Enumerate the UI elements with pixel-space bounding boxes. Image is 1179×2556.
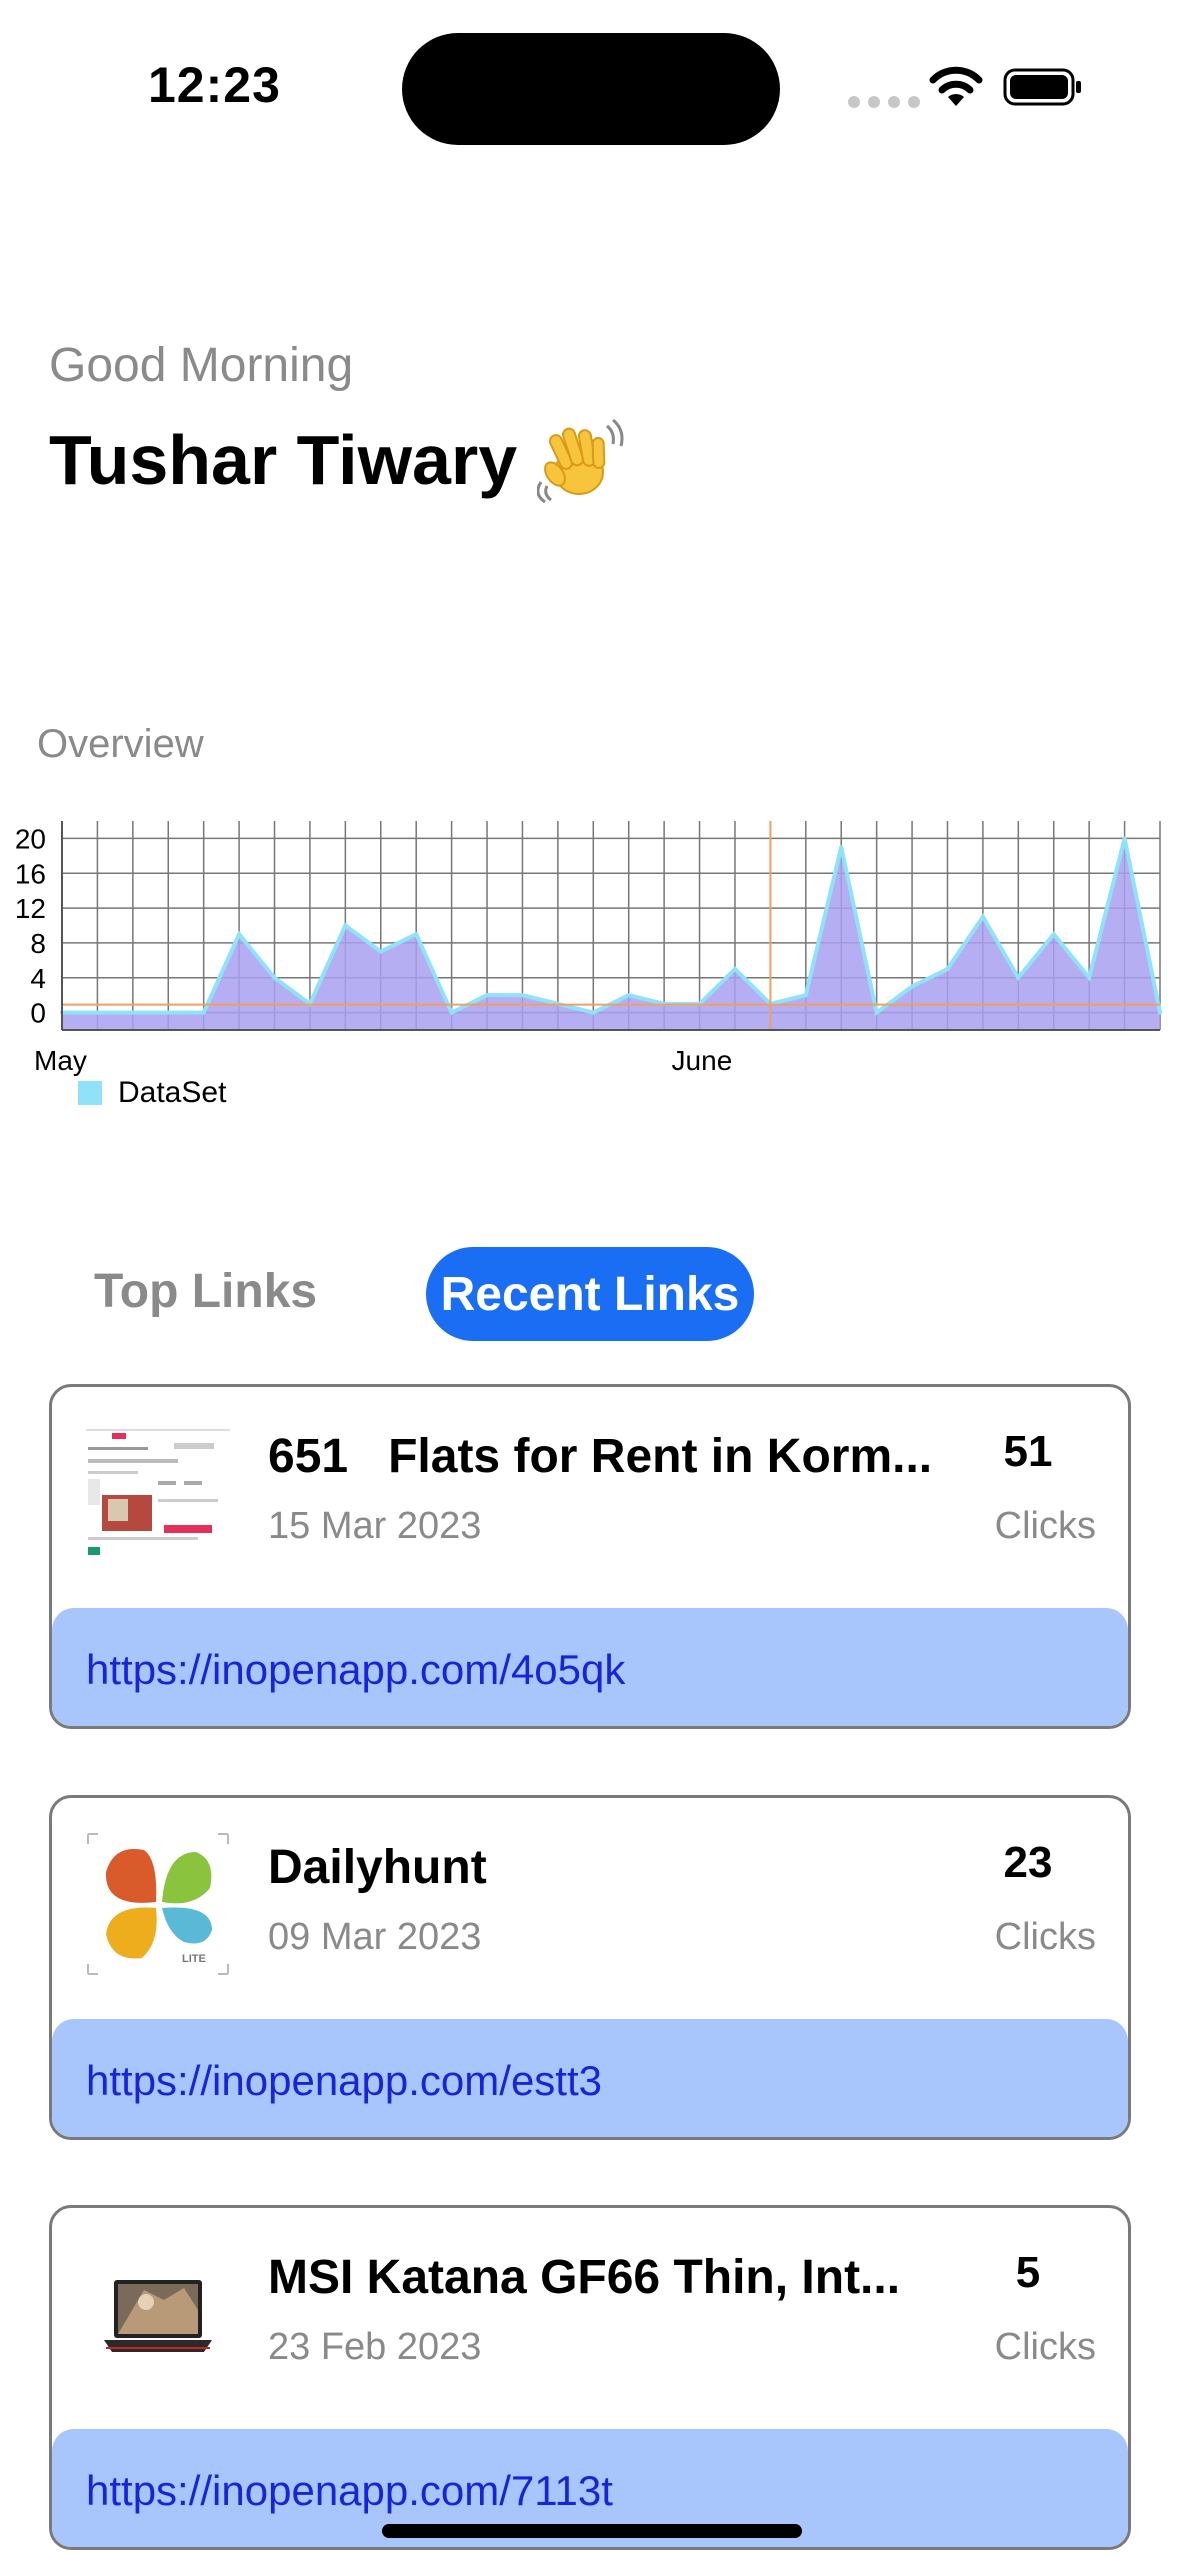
dailyhunt-logo-icon: LITE: [84, 1830, 232, 1978]
laptop-thumbnail: [84, 2240, 232, 2388]
link-card[interactable]: 651 Flats for Rent in Korm... 15 Mar 202…: [49, 1384, 1131, 1729]
data-point: [343, 923, 348, 928]
dynamic-island: [402, 33, 780, 145]
data-point: [95, 1010, 100, 1015]
waving-hand-icon: [537, 418, 624, 504]
data-point: [945, 967, 950, 972]
data-point: [1016, 975, 1021, 980]
y-tick-label: 0: [30, 998, 46, 1029]
link-url-bar[interactable]: https://inopenapp.com/estt3: [52, 2019, 1128, 2137]
user-name: Tushar Tiwary: [49, 421, 518, 499]
tab-top-links[interactable]: Top Links: [94, 1264, 317, 1319]
y-tick-label: 12: [15, 893, 46, 924]
link-title: MSI Katana GF66 Thin, Int...: [268, 2251, 901, 2304]
link-url[interactable]: https://inopenapp.com/7113t: [86, 2467, 613, 2515]
tab-recent-links[interactable]: Recent Links: [426, 1247, 754, 1341]
data-point: [237, 932, 242, 937]
data-point: [414, 932, 419, 937]
svg-text:LITE: LITE: [182, 1953, 206, 1965]
link-card[interactable]: MSI Katana GF66 Thin, Int... 23 Feb 2023…: [49, 2205, 1131, 2550]
click-count: 23: [1003, 1838, 1053, 1887]
link-thumbnail: [84, 1419, 232, 1567]
data-point: [732, 967, 737, 972]
data-point: [626, 993, 631, 998]
data-point: [449, 1010, 454, 1015]
data-point: [803, 993, 808, 998]
data-point: [520, 993, 525, 998]
data-point: [166, 1010, 171, 1015]
link-card[interactable]: LITE Dailyhunt 09 Mar 2023 23 Clicks htt…: [49, 1795, 1131, 2140]
data-point: [980, 914, 985, 919]
wifi-icon: [929, 66, 983, 106]
user-name-heading: Tushar Tiwary: [49, 416, 625, 504]
y-tick-label: 8: [30, 928, 46, 959]
y-tick-label: 16: [15, 858, 46, 889]
data-point: [378, 949, 383, 954]
data-point: [485, 993, 490, 998]
status-time: 12:23: [148, 57, 281, 113]
link-date: 15 Mar 2023: [268, 1505, 482, 1547]
data-point: [1158, 1010, 1162, 1015]
link-title: 651 Flats for Rent in Korm...: [268, 1430, 933, 1483]
data-point: [272, 975, 277, 980]
data-point: [874, 1010, 879, 1015]
link-date: 09 Mar 2023: [268, 1916, 482, 1958]
greeting-subtitle: Good Morning: [49, 339, 354, 392]
legend-swatch: [78, 1081, 102, 1105]
home-indicator[interactable]: [382, 2524, 802, 2538]
cellular-signal-icon: [848, 96, 920, 108]
link-url[interactable]: https://inopenapp.com/estt3: [86, 2057, 602, 2105]
x-tick-label: June: [672, 1045, 733, 1076]
data-point: [591, 1010, 596, 1015]
data-point: [1087, 975, 1092, 980]
data-point: [1051, 932, 1056, 937]
clicks-label: Clicks: [994, 1916, 1096, 1958]
link-title: Dailyhunt: [268, 1841, 487, 1894]
overview-title: Overview: [37, 722, 204, 766]
click-count: 51: [1003, 1427, 1053, 1476]
chart-legend: DataSet: [78, 1076, 226, 1110]
clicks-label: Clicks: [994, 2326, 1096, 2368]
data-point: [839, 845, 844, 850]
battery-icon: [1003, 68, 1081, 106]
y-tick-label: 20: [15, 823, 46, 854]
link-url[interactable]: https://inopenapp.com/4o5qk: [86, 1646, 625, 1694]
x-tick-label: May: [34, 1045, 87, 1076]
click-count: 5: [1015, 2248, 1041, 2297]
data-point: [201, 1010, 206, 1015]
data-point: [130, 1010, 135, 1015]
link-date: 23 Feb 2023: [268, 2326, 482, 2368]
link-url-bar[interactable]: https://inopenapp.com/4o5qk: [52, 1608, 1128, 1726]
data-point: [1122, 836, 1127, 841]
data-point: [910, 984, 915, 989]
legend-label: DataSet: [118, 1076, 227, 1109]
y-tick-label: 4: [30, 963, 46, 994]
clicks-label: Clicks: [994, 1505, 1096, 1547]
